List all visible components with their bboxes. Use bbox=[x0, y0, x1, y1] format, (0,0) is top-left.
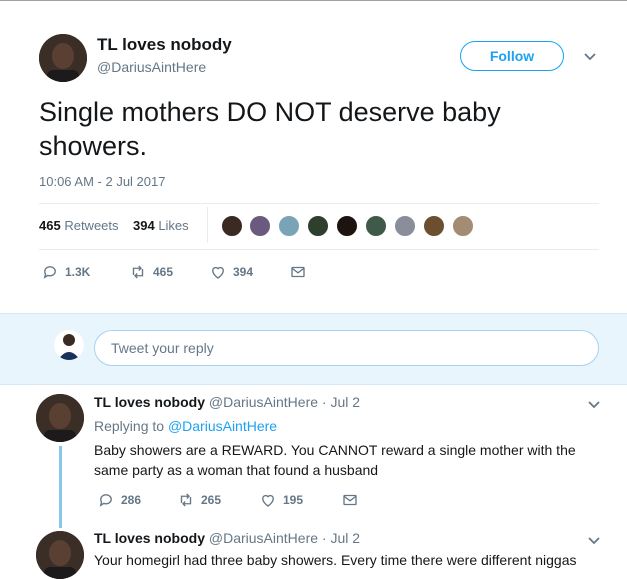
retweet-button[interactable]: 265 bbox=[177, 491, 259, 509]
reply-icon bbox=[43, 266, 56, 279]
retweet-stat[interactable]: 465 Retweets bbox=[39, 218, 119, 233]
thread-connector bbox=[59, 446, 62, 528]
retweet-icon bbox=[132, 265, 144, 279]
liker-avatar[interactable] bbox=[423, 215, 445, 237]
reply-button[interactable]: 286 bbox=[97, 491, 177, 509]
reply-author-name[interactable]: TL loves nobody bbox=[94, 394, 205, 410]
reply-text: Baby showers are a REWARD. You CANNOT re… bbox=[94, 442, 576, 478]
tweet-text: Single mothers DO NOT deserve baby showe… bbox=[39, 97, 501, 161]
divider bbox=[39, 203, 599, 204]
reply-author-name[interactable]: TL loves nobody bbox=[94, 530, 205, 546]
reply-options-chevron-icon[interactable] bbox=[587, 533, 601, 549]
envelope-icon bbox=[291, 266, 305, 278]
liker-avatar[interactable] bbox=[278, 215, 300, 237]
tweet-stats: 465 Retweets 394 Likes bbox=[39, 218, 189, 233]
window-top-border bbox=[0, 0, 627, 1]
liker-avatar[interactable] bbox=[452, 215, 474, 237]
author-name[interactable]: TL loves nobody bbox=[97, 35, 232, 55]
reply-icon bbox=[99, 494, 112, 507]
stats-separator bbox=[207, 207, 208, 243]
heart-icon bbox=[262, 494, 274, 507]
author-handle[interactable]: @DariusAintHere bbox=[97, 59, 206, 75]
liker-avatar[interactable] bbox=[365, 215, 387, 237]
envelope-icon bbox=[343, 494, 357, 506]
author-avatar[interactable] bbox=[39, 34, 87, 82]
reply-text: Your homegirl had three baby showers. Ev… bbox=[94, 552, 577, 568]
heart-icon bbox=[212, 266, 224, 279]
reply-options-chevron-icon[interactable] bbox=[587, 397, 601, 413]
reply-author-handle[interactable]: @DariusAintHere bbox=[209, 530, 318, 546]
liker-avatar[interactable] bbox=[307, 215, 329, 237]
like-stat[interactable]: 394 Likes bbox=[133, 218, 189, 233]
liker-avatar[interactable] bbox=[394, 215, 416, 237]
retweet-button[interactable]: 465 bbox=[129, 263, 209, 281]
direct-message-button[interactable] bbox=[289, 263, 307, 281]
liker-avatar[interactable] bbox=[221, 215, 243, 237]
reply-author-avatar[interactable] bbox=[36, 531, 84, 579]
more-options-chevron-icon[interactable] bbox=[583, 49, 597, 65]
follow-button[interactable]: Follow bbox=[460, 41, 564, 71]
tweet-timestamp[interactable]: 10:06 AM - 2 Jul 2017 bbox=[39, 174, 165, 189]
replying-to-link[interactable]: @DariusAintHere bbox=[168, 418, 277, 434]
replying-to: Replying to @DariusAintHere bbox=[94, 418, 278, 434]
reply-date[interactable]: · Jul 2 bbox=[322, 530, 360, 546]
direct-message-button[interactable] bbox=[341, 491, 359, 509]
liker-avatar[interactable] bbox=[336, 215, 358, 237]
like-button[interactable]: 195 bbox=[259, 491, 341, 509]
reply-actions: 286 265 195 bbox=[97, 491, 359, 509]
reply-author-handle[interactable]: @DariusAintHere bbox=[209, 394, 318, 410]
reply-header: TL loves nobody @DariusAintHere · Jul 2 bbox=[94, 394, 360, 410]
tweet-actions: 1.3K 465 394 bbox=[41, 263, 307, 281]
like-button[interactable]: 394 bbox=[209, 263, 289, 281]
reply-date[interactable]: · Jul 2 bbox=[322, 394, 360, 410]
reply-header: TL loves nobody @DariusAintHere · Jul 2 bbox=[94, 530, 360, 546]
reply-author-avatar[interactable] bbox=[36, 394, 84, 442]
reply-button[interactable]: 1.3K bbox=[41, 263, 129, 281]
reply-input[interactable]: Tweet your reply bbox=[94, 330, 599, 366]
current-user-avatar bbox=[54, 330, 84, 360]
divider bbox=[39, 249, 599, 250]
liker-avatar[interactable] bbox=[249, 215, 271, 237]
retweet-icon bbox=[180, 493, 192, 507]
